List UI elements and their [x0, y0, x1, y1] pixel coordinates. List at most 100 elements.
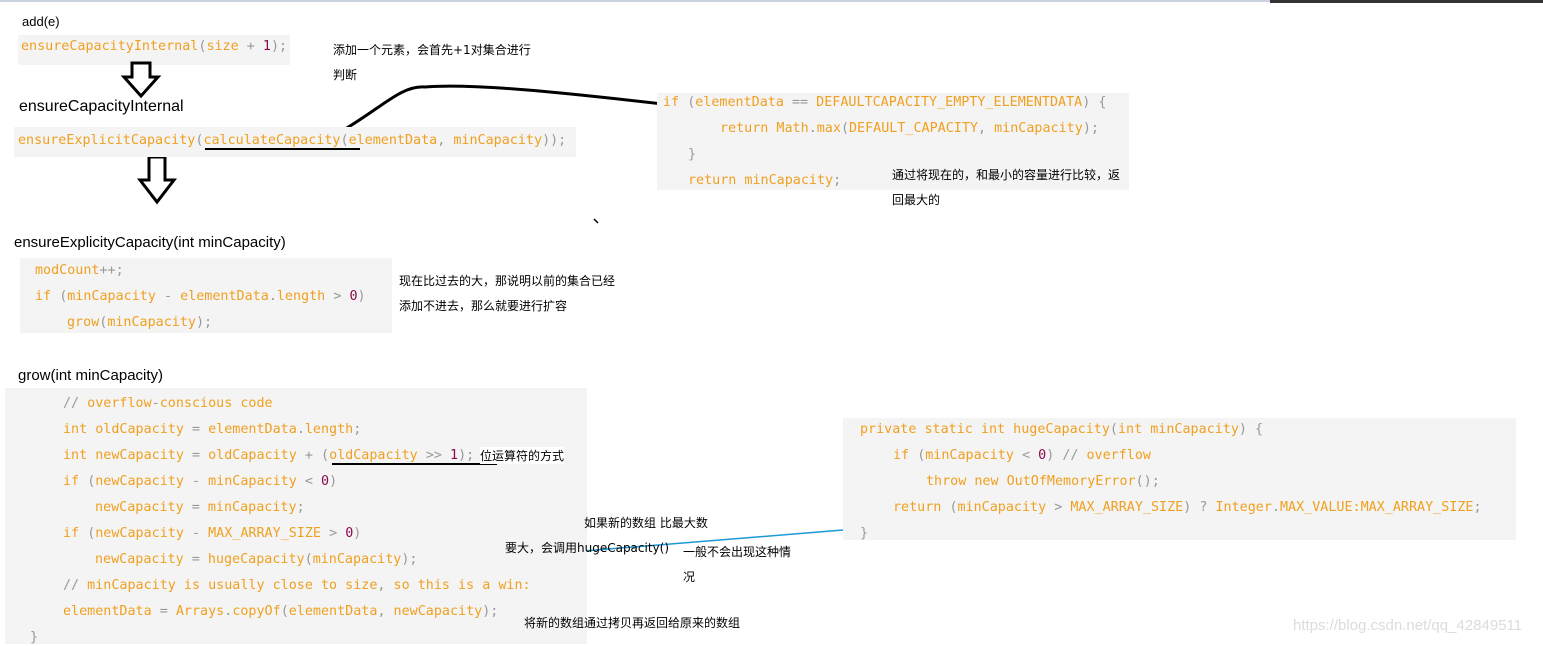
code-token: elementData [172, 289, 269, 304]
code-token: minCapacity [957, 500, 1055, 515]
code-token: MAX_ARRAY_SIZE [1062, 500, 1184, 515]
code-token: { [1255, 422, 1264, 437]
rare-note-line: 况 [683, 570, 696, 584]
code-token: // [63, 396, 80, 411]
code-token: 1 [450, 448, 459, 463]
code-token: int newCapacity [63, 448, 192, 463]
code-token: = [191, 500, 200, 515]
code-token: ( [1109, 422, 1118, 437]
code-token: elementData [348, 133, 438, 148]
code-line: newCapacity = hugeCapacity(minCapacity); [95, 552, 418, 568]
code-token: elementData [63, 604, 160, 619]
code-token: so this is a win: [385, 578, 531, 593]
code-token: ); [482, 604, 499, 619]
code-token: if [663, 95, 688, 110]
code-line: return minCapacity; [688, 173, 841, 189]
code-token: grow [67, 315, 100, 330]
code-token: return [893, 500, 950, 515]
code-token: , [978, 121, 987, 136]
code-token: hugeCapacity [199, 552, 305, 567]
code-token: } [688, 147, 697, 162]
code-token: 0 [321, 474, 330, 489]
code-token: newCapacity [385, 604, 483, 619]
code-token: if [63, 526, 88, 541]
code-line: if (newCapacity - MAX_ARRAY_SIZE > 0) [63, 526, 361, 542]
calculate-note-line: 通过将现在的，和最小的容量进行比较，返 [892, 168, 1121, 182]
stray-mark [593, 218, 599, 224]
code-line: // overflow-conscious code [63, 396, 273, 412]
max-note-line: 如果新的数组 比最大数 [584, 516, 708, 530]
code-token: elementData [200, 422, 297, 437]
code-line: if (minCapacity - elementData.length > 0… [35, 289, 366, 305]
code-token: < [1022, 448, 1031, 463]
down-arrow-icon [136, 155, 178, 205]
code-token: - [192, 474, 201, 489]
code-line: // minCapacity is usually close to size,… [63, 578, 531, 594]
code-token: == [792, 95, 809, 110]
code-token: } [30, 630, 39, 645]
code-token: ) [1238, 422, 1247, 437]
code-token: = [192, 448, 201, 463]
code-token: int minCapacity [1117, 422, 1239, 437]
code-token: newCapacity [95, 500, 192, 515]
code-token: oldCapacity [329, 448, 426, 463]
code-token: return Math [720, 121, 809, 136]
code-token: )); [542, 133, 567, 148]
code-token: modCount [35, 263, 100, 278]
code-token: . [808, 121, 817, 136]
code-token: = [159, 604, 168, 619]
code-line: int newCapacity = oldCapacity + (oldCapa… [63, 448, 474, 464]
code-token: . [1271, 500, 1280, 515]
code-token: calculateCapacity [203, 133, 341, 148]
code-token: { [1098, 95, 1107, 110]
code-token: elementData [288, 604, 378, 619]
shift-note: 位运算符的方式 [480, 447, 565, 464]
down-arrow-icon [120, 61, 162, 99]
code-line: } [688, 147, 696, 163]
code-token: DEFAULT_CAPACITY [849, 121, 978, 136]
code-token: minCapacity [445, 133, 543, 148]
code-token: DEFAULTCAPACITY_EMPTY_ELEMENTDATA [808, 95, 1083, 110]
code-token: . [296, 422, 305, 437]
code-token: Integer [1207, 500, 1272, 515]
watermark: https://blog.csdn.net/qq_42849511 [1293, 617, 1523, 634]
code-token: throw new OutOfMemoryError [926, 474, 1136, 489]
code-token: minCapacity [199, 500, 297, 515]
code-token: copyOf [232, 604, 281, 619]
code-token: // [63, 578, 80, 593]
code-token: minCapacity [925, 448, 1022, 463]
code-line: throw new OutOfMemoryError(); [926, 474, 1160, 490]
code-token: minCapacity [312, 552, 402, 567]
code-token: ; [833, 173, 842, 188]
grow-title: grow(int minCapacity) [18, 367, 164, 384]
code-token: private static int hugeCapacity [860, 422, 1110, 437]
code-line: return Math.max(DEFAULT_CAPACITY, minCap… [720, 121, 1099, 137]
code-token: >> [425, 448, 442, 463]
code-token: . [268, 289, 277, 304]
calculate-note-line: 回最大的 [892, 193, 941, 207]
code-token: minCapacity [986, 121, 1083, 136]
code-token: , [377, 604, 386, 619]
code-token: ( [949, 500, 958, 515]
code-token: 0 [1038, 448, 1047, 463]
code-token: MAX_ARRAY_SIZE [200, 526, 330, 541]
code-line: newCapacity = minCapacity; [95, 500, 305, 516]
code-token: = [192, 422, 201, 437]
code-token: = [191, 552, 200, 567]
code-token: if [35, 289, 60, 304]
code-token: elementData [695, 95, 792, 110]
code-token: ( [321, 448, 330, 463]
ensure-explicit-note-line: 添加不进去，那么就要进行扩容 [399, 299, 568, 313]
code-token: overflow [79, 396, 152, 411]
code-token: max [816, 121, 841, 136]
code-token: oldCapacity [200, 448, 305, 463]
code-token: length [276, 289, 334, 304]
copy-note: 将新的数组通过拷贝再返回给原来的数组 [524, 616, 741, 630]
code-token: minCapacity [67, 289, 164, 304]
code-token: ); [196, 315, 213, 330]
code-token: + [304, 448, 313, 463]
code-line: if (minCapacity < 0) // overflow [893, 448, 1151, 464]
